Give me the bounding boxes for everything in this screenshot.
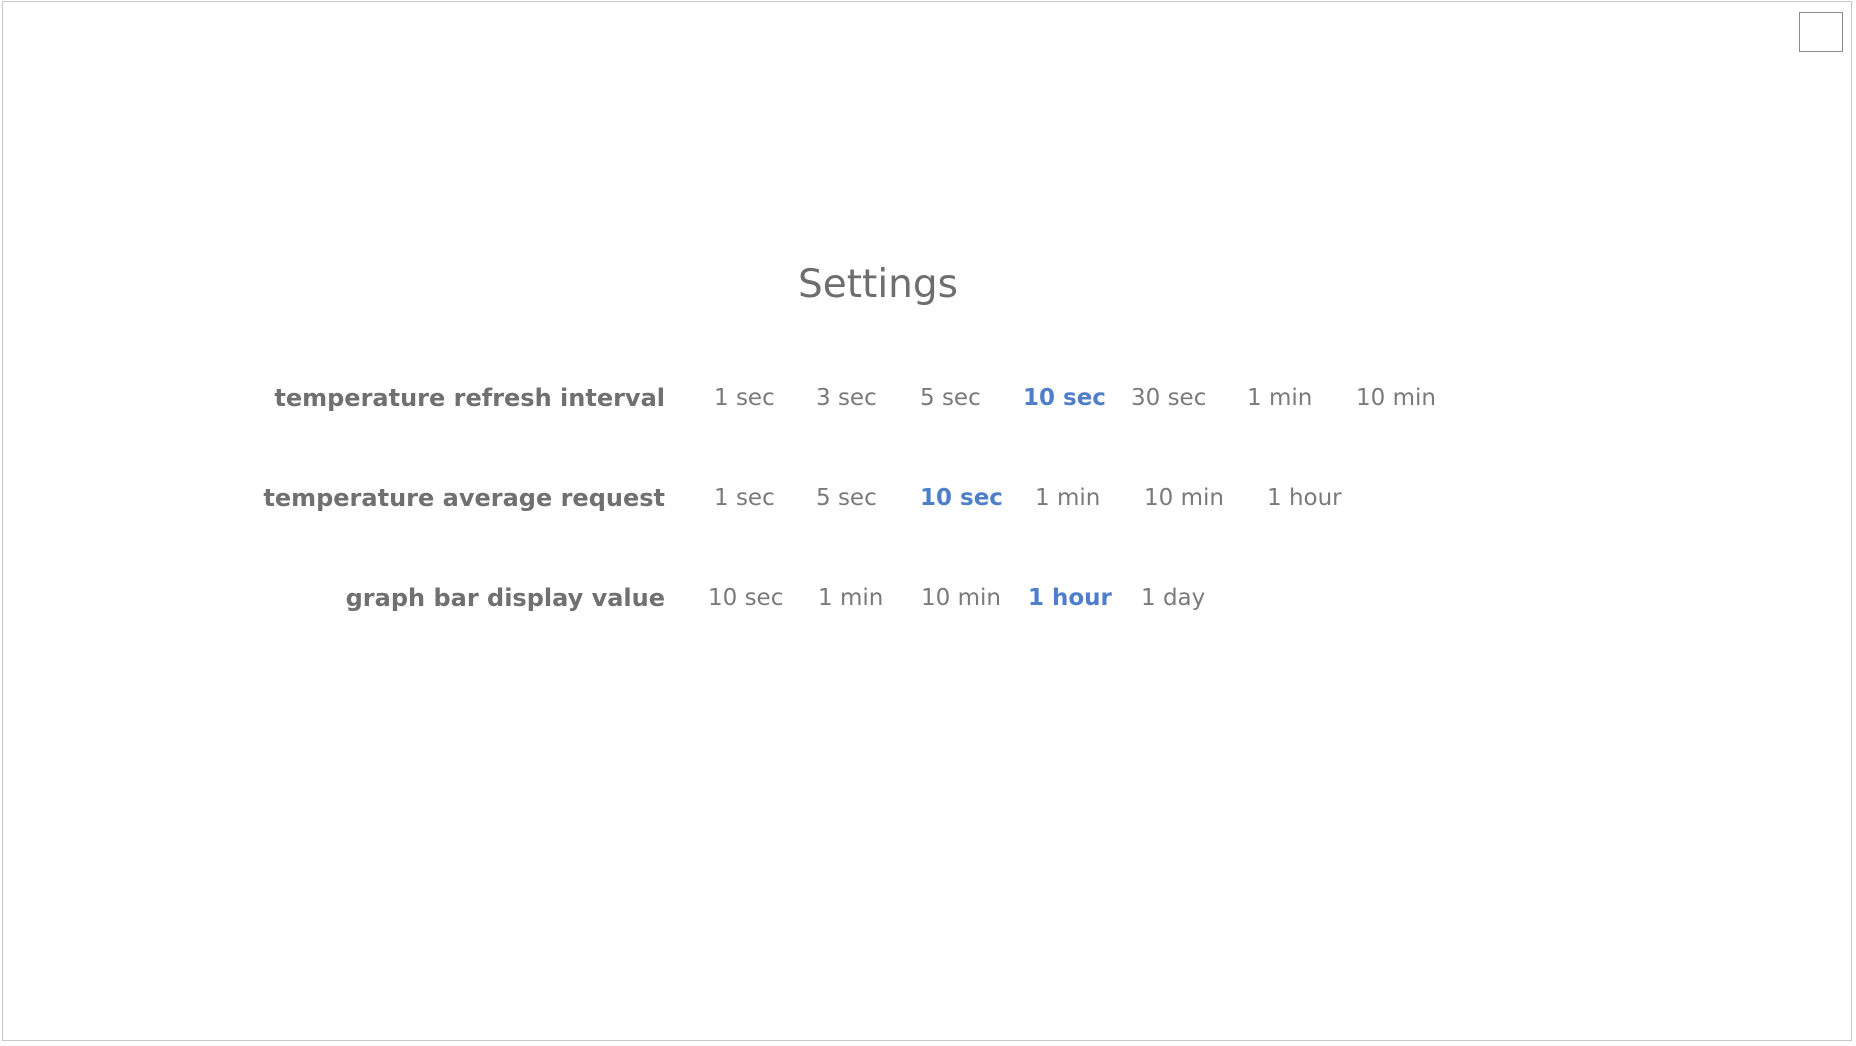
option-5-sec[interactable]: 5 sec [816,478,877,518]
option-1-min[interactable]: 1 min [1247,378,1312,418]
option-1-sec[interactable]: 1 sec [714,378,775,418]
setting-row-average-request: temperature average request 1 sec 5 sec … [3,478,1856,518]
option-10-min[interactable]: 10 min [1144,478,1224,518]
setting-label: graph bar display value [345,584,665,612]
option-1-sec[interactable]: 1 sec [714,478,775,518]
option-30-sec[interactable]: 30 sec [1131,378,1206,418]
page-title: Settings [798,262,958,307]
option-5-sec[interactable]: 5 sec [920,378,981,418]
window-corner-button[interactable] [1799,12,1843,52]
option-1-min[interactable]: 1 min [1035,478,1100,518]
setting-row-refresh-interval: temperature refresh interval 1 sec 3 sec… [3,378,1856,418]
option-1-min[interactable]: 1 min [818,578,883,618]
setting-row-graph-bar-value: graph bar display value 10 sec 1 min 10 … [3,578,1856,618]
option-3-sec[interactable]: 3 sec [816,378,877,418]
setting-label: temperature average request [263,484,665,512]
app-window: Settings temperature refresh interval 1 … [2,1,1852,1041]
option-10-min[interactable]: 10 min [921,578,1001,618]
option-10-min[interactable]: 10 min [1356,378,1436,418]
option-10-sec-selected[interactable]: 10 sec [920,478,1003,518]
setting-label: temperature refresh interval [274,384,665,412]
option-1-hour-selected[interactable]: 1 hour [1028,578,1112,618]
option-1-day[interactable]: 1 day [1141,578,1205,618]
option-10-sec[interactable]: 10 sec [708,578,783,618]
option-1-hour[interactable]: 1 hour [1267,478,1342,518]
option-10-sec-selected[interactable]: 10 sec [1023,378,1106,418]
